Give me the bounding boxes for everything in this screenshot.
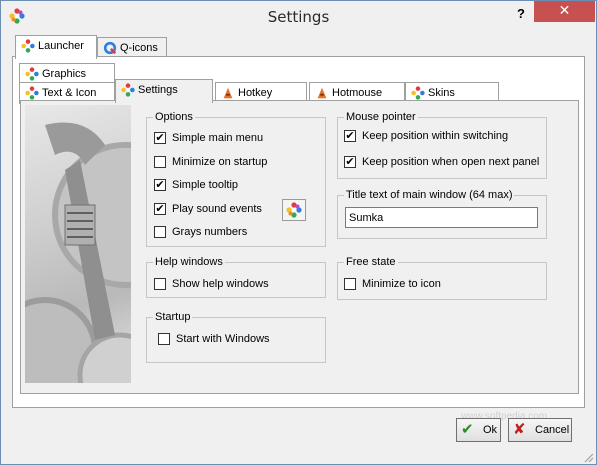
option-simple-main-menu[interactable]: ✔ Simple main menu [154,131,314,147]
title-text-legend: Title text of main window (64 max) [346,189,513,201]
flower-icon [25,86,39,100]
free-state-legend: Free state [346,256,396,268]
checkbox[interactable]: ✔ [154,203,166,215]
option-minimize-to-icon[interactable]: Minimize to icon [344,277,504,293]
option-keep-position-switching[interactable]: ✔ Keep position within switching [344,129,544,145]
checkbox[interactable] [158,333,170,345]
tab-hotmouse-label: Hotmouse [332,87,383,99]
checkbox[interactable] [154,278,166,290]
settings-window: Settings ? ✕ Launcher Q-icons Graphics T… [0,0,597,465]
hotkey-icon [223,87,233,99]
mouse-pointer-legend: Mouse pointer [346,111,416,123]
tab-launcher[interactable]: Launcher [15,35,97,59]
tab-hotkey-label: Hotkey [238,87,273,99]
sound-settings-button[interactable] [282,199,306,221]
cross-icon: ✘ [513,421,526,438]
close-button[interactable]: ✕ [534,1,595,22]
title-text-input[interactable] [345,207,538,228]
option-grays-numbers[interactable]: Grays numbers [154,225,314,241]
checkbox[interactable] [154,226,166,238]
option-play-sound-events[interactable]: ✔ Play sound events [154,202,279,218]
help-button[interactable]: ? [511,4,531,24]
help-windows-legend: Help windows [155,256,223,268]
checkbox[interactable]: ✔ [344,130,356,142]
tab-graphics-label: Graphics [42,68,87,80]
ok-button[interactable]: ✔ Ok [456,418,501,442]
flower-icon [21,39,35,53]
flower-icon [25,67,39,81]
startup-legend: Startup [155,311,191,323]
tab-q-icons-label: Q-icons [120,42,158,54]
hotmouse-icon [317,87,327,99]
checkbox[interactable] [344,278,356,290]
cancel-button[interactable]: ✘ Cancel [508,418,572,442]
cancel-button-label: Cancel [535,424,570,436]
checkbox[interactable]: ✔ [154,179,166,191]
checkbox[interactable] [154,156,166,168]
option-simple-tooltip[interactable]: ✔ Simple tooltip [154,178,314,194]
window-title: Settings [267,8,330,26]
option-start-with-windows[interactable]: Start with Windows [158,332,318,348]
flower-icon [286,202,302,218]
option-show-help-windows[interactable]: Show help windows [154,277,314,293]
title-bar[interactable]: Settings ? ✕ [1,1,596,32]
flower-icon [411,86,425,100]
q-icon [103,41,117,55]
resize-grip-icon[interactable] [584,453,594,463]
checkbox[interactable]: ✔ [154,132,166,144]
checkbox[interactable]: ✔ [344,156,356,168]
ok-button-label: Ok [483,424,498,436]
tab-skins-label: Skins [428,87,455,99]
options-legend: Options [155,111,193,123]
wrench-gear-image [25,105,131,383]
option-minimize-on-startup[interactable]: Minimize on startup [154,155,314,171]
tab-settings-label: Settings [138,84,178,96]
tab-settings[interactable]: Settings [115,79,213,103]
tab-text-icon-label: Text & Icon [42,87,97,99]
flower-icon [121,83,135,97]
tab-launcher-label: Launcher [38,40,84,52]
option-keep-position-next-panel[interactable]: ✔ Keep position when open next panel [344,155,544,171]
checkmark-icon: ✔ [461,421,474,438]
